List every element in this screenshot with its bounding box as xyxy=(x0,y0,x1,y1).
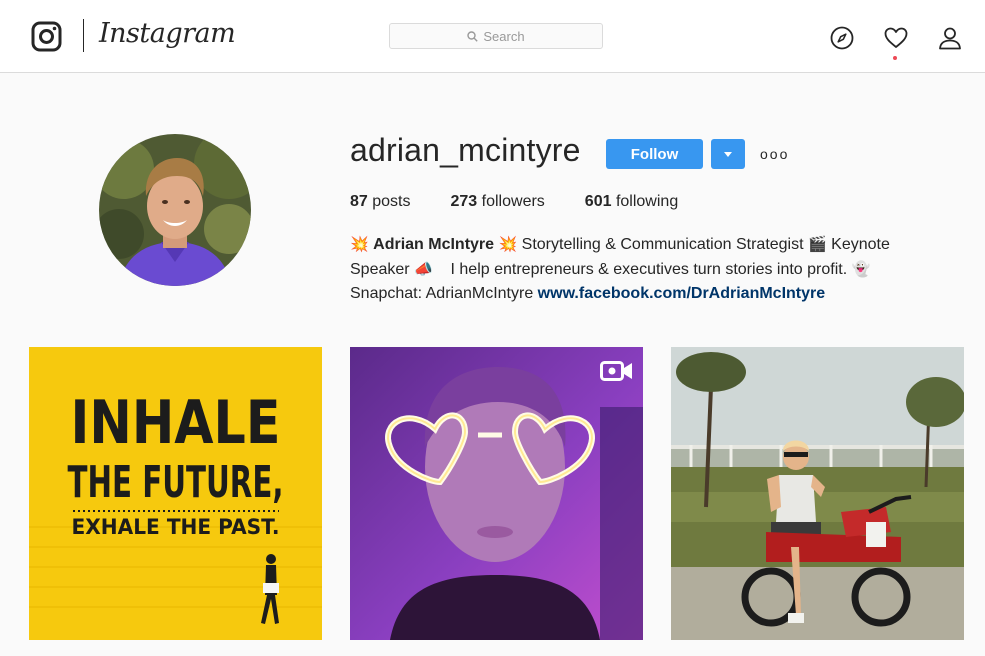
follow-dropdown-button[interactable] xyxy=(711,139,745,169)
profile-username: adrian_mcintyre xyxy=(350,132,581,168)
search-icon xyxy=(467,30,479,42)
compass-icon[interactable] xyxy=(830,26,854,50)
follow-button[interactable]: Follow xyxy=(606,139,703,169)
person-icon[interactable] xyxy=(938,26,962,50)
post-thumbnail[interactable]: INHALE THE FUTURE, EXHALE THE PAST. xyxy=(29,347,322,640)
logo-divider xyxy=(83,19,84,52)
more-options-button[interactable]: ooo xyxy=(760,146,789,162)
post-thumbnail[interactable] xyxy=(350,347,643,640)
profile-avatar[interactable] xyxy=(99,134,251,286)
video-camera-icon xyxy=(600,361,632,381)
following-count: 601 xyxy=(584,193,612,210)
top-navigation-bar: Instagram Search xyxy=(0,0,985,73)
followers-stat[interactable]: 273 followers xyxy=(451,193,545,211)
post-quote-line-3: EXHALE THE PAST. xyxy=(72,515,280,539)
search-input[interactable]: Search xyxy=(389,23,603,49)
bio-text: I help entrepreneurs & executives turn s… xyxy=(450,261,848,278)
posts-count: 87 xyxy=(350,193,368,210)
bio-website-link[interactable]: www.facebook.com/DrAdrianMcIntyre xyxy=(538,285,825,302)
followers-count: 273 xyxy=(450,193,478,210)
bio-text: Storytelling & Communication Strategist xyxy=(521,236,804,253)
bio-snapchat: Snapchat: AdrianMcIntyre xyxy=(350,285,534,302)
post-thumbnail[interactable] xyxy=(671,347,964,640)
collision-emoji: 💥 xyxy=(350,235,369,253)
search-placeholder: Search xyxy=(483,28,525,44)
profile-bio: 💥 Adrian McIntyre 💥 Storytelling & Commu… xyxy=(350,232,930,306)
post-quote-line-1: INHALE xyxy=(71,388,281,458)
posts-label: posts xyxy=(372,193,411,210)
collision-emoji: 💥 xyxy=(498,235,518,253)
bio-full-name: Adrian McIntyre xyxy=(373,236,495,253)
followers-label: followers xyxy=(481,193,545,210)
megaphone-emoji: 📣 xyxy=(414,260,433,278)
clapper-emoji: 🎬 xyxy=(808,235,827,253)
instagram-wordmark[interactable]: Instagram xyxy=(99,18,236,49)
posts-stat: 87 posts xyxy=(350,193,411,211)
notification-dot xyxy=(893,56,897,60)
instagram-camera-icon[interactable] xyxy=(31,21,62,52)
chevron-down-icon xyxy=(724,151,732,157)
post-quote-line-2: THE FUTURE, xyxy=(68,457,284,508)
following-stat[interactable]: 601 following xyxy=(585,193,678,211)
heart-icon[interactable] xyxy=(884,26,908,50)
ghost-emoji: 👻 xyxy=(851,260,871,278)
following-label: following xyxy=(615,193,679,210)
profile-stats: 87 posts 273 followers 601 following xyxy=(350,193,678,211)
